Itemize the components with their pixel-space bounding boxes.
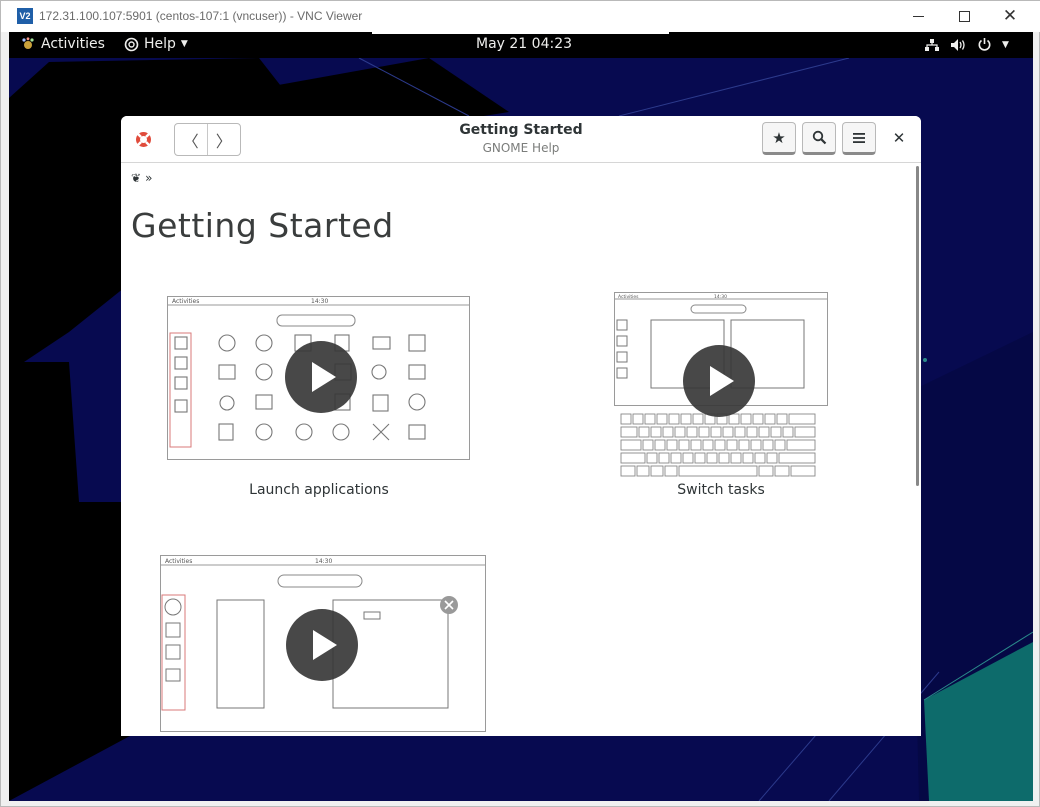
gnome-top-bar: Activities Help ▼ May 21 04:23 ▼ [9, 32, 1033, 58]
search-icon [812, 130, 826, 145]
window-subtitle: GNOME Help [482, 141, 560, 155]
network-icon [925, 38, 939, 51]
vnc-viewer-window: V2 172.31.100.107:5901 (centos-107:1 (vn… [0, 0, 1040, 807]
play-icon [710, 366, 734, 396]
gnome-foot-icon[interactable]: ❦ [131, 171, 141, 185]
bookmark-button[interactable]: ★ [762, 122, 796, 155]
clock[interactable]: May 21 04:23 [476, 36, 596, 52]
close-button[interactable]: ✕ [889, 128, 909, 148]
video-launch-applications[interactable]: Activities 14:30 Launch applications [167, 296, 471, 511]
thumb-activities-label: Activities [165, 558, 192, 565]
scrollbar[interactable] [916, 166, 919, 486]
menu-button[interactable] [842, 122, 876, 155]
close-icon: ✕ [1002, 6, 1018, 26]
thumb-clock-label: 14:30 [315, 558, 332, 565]
minimize-icon [912, 16, 924, 17]
header-bar[interactable]: 〈 〉 Getting Started GNOME Help ★ ✕ [121, 116, 921, 163]
video-window-management[interactable]: Activities 14:30 [160, 555, 487, 736]
power-icon [978, 38, 991, 51]
page-title: Getting Started [131, 206, 394, 245]
play-button[interactable] [683, 345, 755, 417]
search-button[interactable] [802, 122, 836, 155]
maximize-button[interactable] [941, 1, 987, 32]
activities-button[interactable]: Activities [21, 36, 105, 52]
thumb-activities-label: Activities [172, 298, 199, 305]
vnc-titlebar[interactable]: V2 172.31.100.107:5901 (centos-107:1 (vn… [1, 1, 1040, 32]
play-icon [313, 630, 337, 660]
thumb-activities-label: Activities [618, 294, 639, 300]
thumb-clock-label: 14:30 [311, 298, 328, 305]
play-button[interactable] [285, 341, 357, 413]
vnc-tab-indicator [372, 32, 669, 34]
remote-desktop[interactable]: Activities Help ▼ May 21 04:23 ▼ 〈 〉 Get… [9, 32, 1033, 801]
window-close-button[interactable]: ✕ [987, 1, 1033, 32]
video-switch-tasks[interactable]: Activities 14:30 Switch tasks [611, 292, 831, 512]
maximize-icon [958, 11, 970, 22]
close-icon: ✕ [892, 129, 906, 147]
vnc-window-title: 172.31.100.107:5901 (centos-107:1 (vncus… [39, 9, 363, 23]
breadcrumb: ❦ » [131, 171, 152, 185]
keyboard-graphic [620, 413, 816, 477]
gnome-foot-icon [22, 37, 34, 49]
thumb-clock-label: 14:30 [714, 294, 727, 300]
lifebuoy-icon [124, 37, 139, 51]
chevron-down-icon: ▼ [1002, 39, 1009, 50]
play-icon [312, 362, 336, 392]
play-button[interactable] [286, 609, 358, 681]
video-caption: Launch applications [249, 482, 389, 498]
star-icon: ★ [772, 128, 786, 147]
breadcrumb-separator: » [145, 171, 153, 185]
video-caption: Switch tasks [677, 482, 765, 498]
volume-icon [951, 38, 965, 51]
minimize-button[interactable] [895, 1, 941, 32]
chevron-down-icon: ▼ [180, 39, 188, 49]
help-content[interactable]: ❦ » Getting Started Activities 14:30 Lau… [121, 163, 921, 736]
gnome-help-window: 〈 〉 Getting Started GNOME Help ★ ✕ ❦ » G… [121, 116, 921, 736]
hamburger-icon [853, 132, 865, 143]
app-menu-help[interactable]: Help ▼ [124, 36, 188, 52]
system-tray[interactable]: ▼ [924, 37, 1009, 52]
vnc-logo-icon: V2 [17, 8, 33, 24]
activities-label: Activities [41, 36, 105, 52]
window-title: Getting Started [459, 122, 583, 138]
help-menu-label: Help [144, 36, 176, 52]
